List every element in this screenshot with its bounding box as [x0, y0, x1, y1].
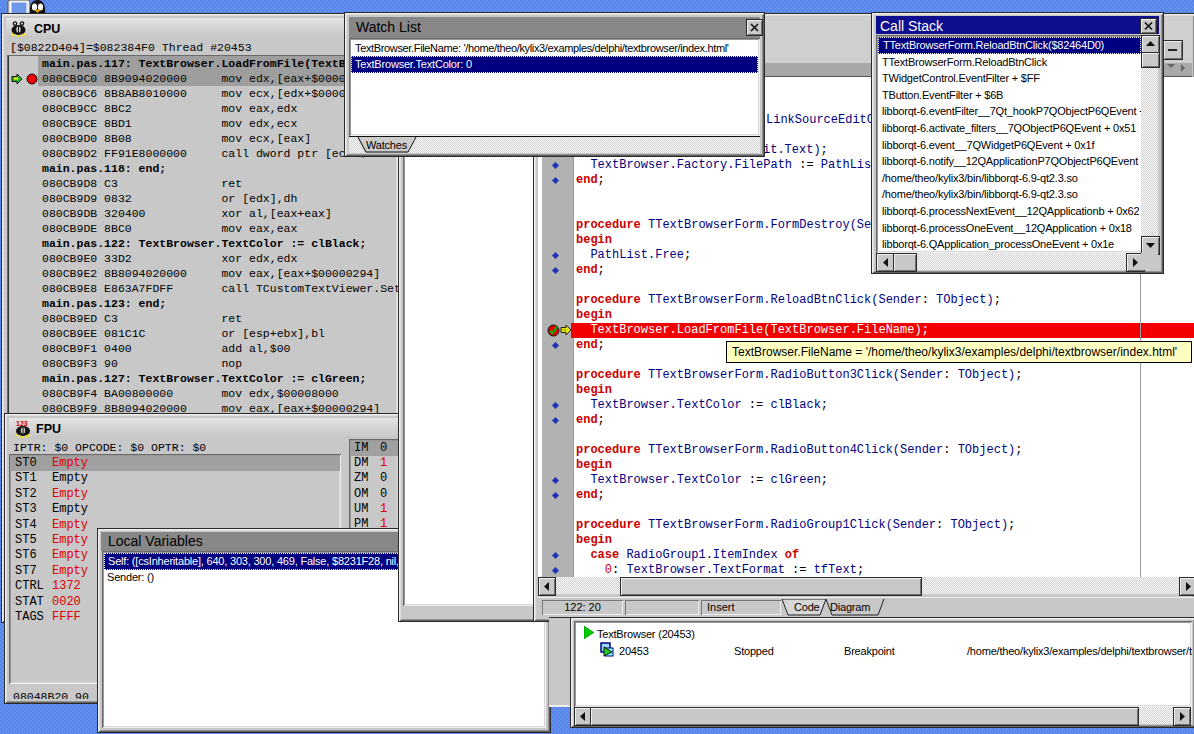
svg-text:123: 123 [16, 420, 28, 427]
